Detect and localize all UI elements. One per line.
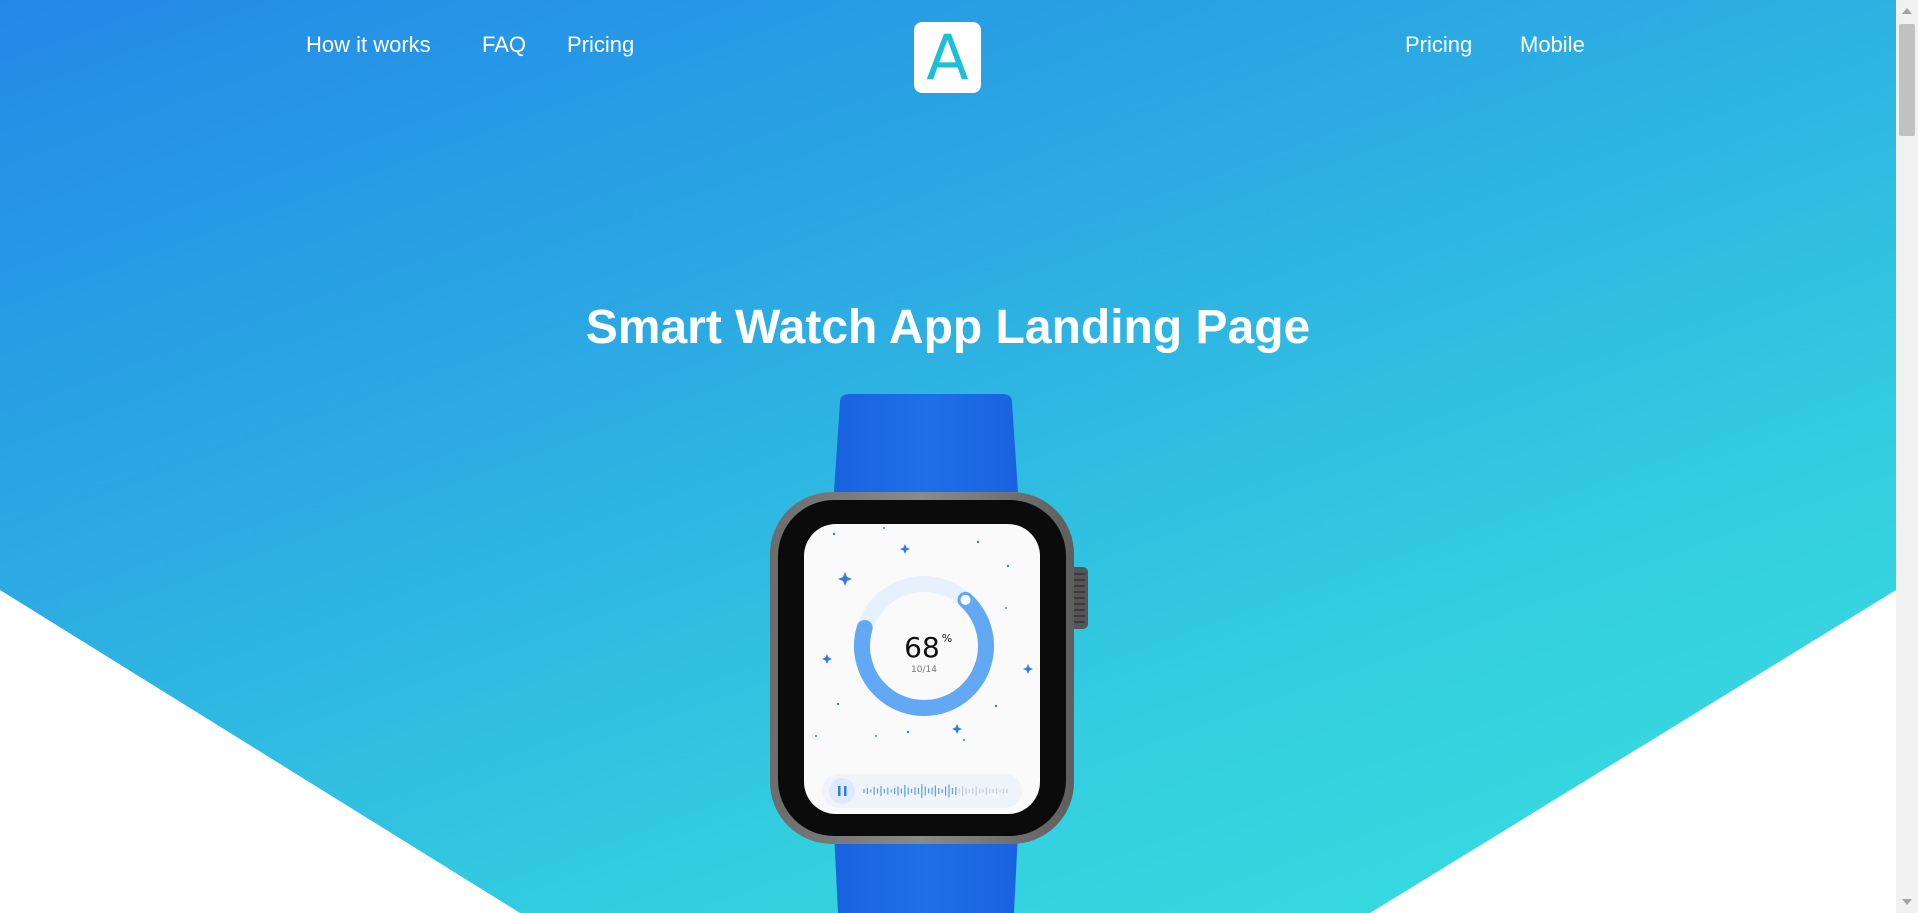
- nav-mobile[interactable]: Mobile: [1520, 32, 1585, 58]
- smart-watch-image: 68 % 10/14: [770, 394, 1088, 913]
- vertical-scrollbar[interactable]: [1896, 0, 1918, 913]
- progress-ring-knob: [958, 592, 973, 607]
- hero-title: Smart Watch App Landing Page: [585, 301, 1311, 354]
- logo[interactable]: A: [914, 22, 981, 93]
- nav-pricing-left[interactable]: Pricing: [567, 32, 634, 58]
- progress-value: 68: [904, 631, 940, 664]
- watch-band-bottom: [834, 832, 1018, 913]
- pause-button: [829, 778, 855, 804]
- progress-sub: 10/14: [911, 665, 937, 675]
- progress-unit: %: [942, 632, 952, 645]
- scroll-down-arrow-icon[interactable]: [1902, 899, 1912, 905]
- watch-band-top: [834, 394, 1018, 492]
- nav-faq[interactable]: FAQ: [482, 32, 526, 58]
- nav-pricing-right[interactable]: Pricing: [1405, 32, 1472, 58]
- logo-letter: A: [926, 20, 969, 94]
- scroll-up-arrow-icon[interactable]: [1902, 8, 1912, 14]
- nav-how-it-works[interactable]: How it works: [306, 32, 431, 58]
- scroll-thumb[interactable]: [1899, 24, 1915, 136]
- page: How it works FAQ Pricing A Pricing Mobil…: [0, 0, 1896, 913]
